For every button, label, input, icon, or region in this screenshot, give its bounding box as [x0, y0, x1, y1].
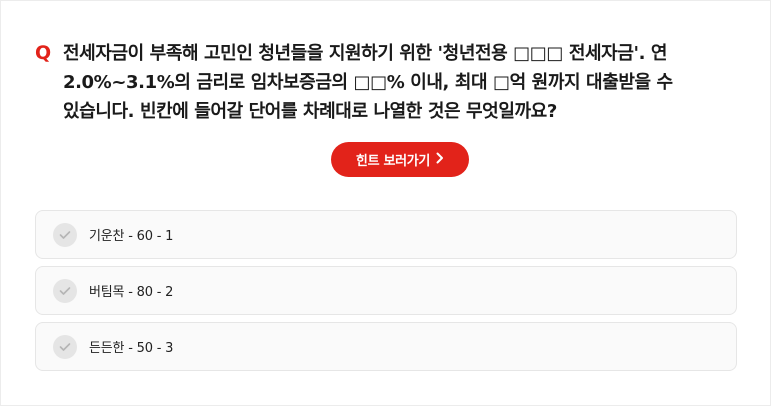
hint-button-label: 힌트 보러가기	[355, 154, 431, 169]
hint-button[interactable]: 힌트 보러가기	[331, 142, 469, 177]
quiz-card: Q 전세자금이 부족해 고민인 청년들을 지원하기 위한 '청년전용 □□□ 전…	[0, 0, 771, 406]
check-icon	[53, 222, 77, 247]
check-icon	[53, 278, 77, 303]
answer-options: 기운찬 - 60 - 1 버팀목 - 80 - 2 든든한 - 50 - 3	[35, 210, 737, 378]
answer-option-label: 버팀목 - 80 - 2	[89, 285, 174, 300]
check-icon	[53, 334, 77, 359]
answer-option-3[interactable]: 든든한 - 50 - 3	[35, 322, 737, 371]
answer-option-2[interactable]: 버팀목 - 80 - 2	[35, 266, 737, 315]
answer-option-label: 든든한 - 50 - 3	[89, 341, 174, 356]
question: Q 전세자금이 부족해 고민인 청년들을 지원하기 위한 '청년전용 □□□ 전…	[35, 39, 747, 126]
answer-option-label: 기운찬 - 60 - 1	[89, 229, 174, 244]
chevron-right-icon	[436, 152, 444, 167]
question-text: 전세자금이 부족해 고민인 청년들을 지원하기 위한 '청년전용 □□□ 전세자…	[63, 43, 673, 122]
question-marker: Q	[35, 42, 52, 64]
answer-option-1[interactable]: 기운찬 - 60 - 1	[35, 210, 737, 259]
